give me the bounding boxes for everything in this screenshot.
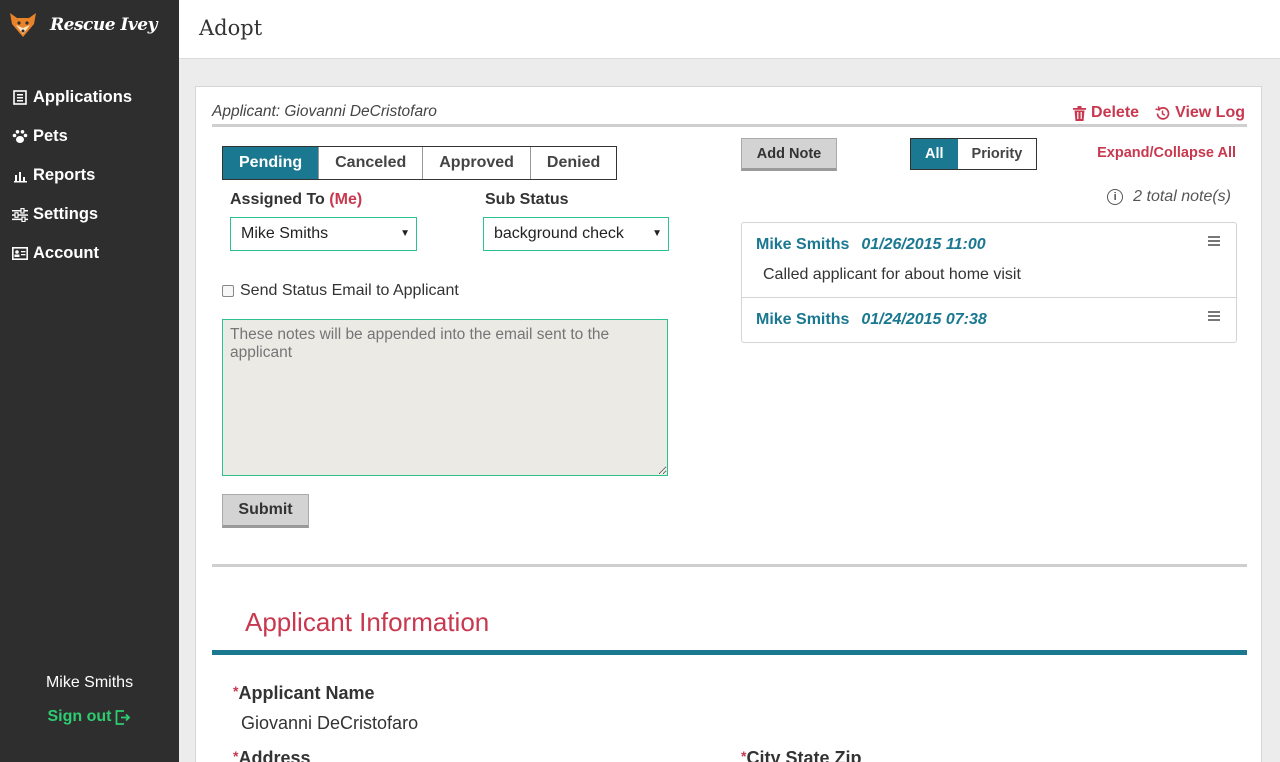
notes-list: Mike Smiths 01/26/2015 11:00 Called appli…	[741, 222, 1237, 343]
hamburger-menu-icon[interactable]	[1208, 311, 1220, 323]
hamburger-menu-icon[interactable]	[1208, 236, 1220, 248]
bar-chart-icon	[12, 168, 28, 184]
sidebar-item-label: Applications	[33, 88, 133, 106]
note-header: Mike Smiths 01/24/2015 07:38	[756, 311, 1222, 329]
sub-status-value: background check	[494, 225, 624, 242]
caret-down-icon: ▼	[400, 228, 410, 239]
applicant-information-title: Applicant Information	[245, 607, 490, 637]
delete-label: Delete	[1091, 104, 1140, 121]
send-email-label: Send Status Email to Applicant	[240, 282, 459, 299]
caret-down-icon: ▼	[652, 228, 662, 239]
sign-out-icon	[116, 709, 131, 725]
note-body: Called applicant for about home visit	[763, 266, 1021, 283]
section-title-underline	[212, 650, 1247, 655]
assigned-to-value: Mike Smiths	[241, 225, 329, 242]
expand-collapse-all-link[interactable]: Expand/Collapse All	[1097, 145, 1236, 161]
address-label: *Address	[233, 748, 310, 762]
view-log-label: View Log	[1175, 104, 1245, 121]
view-log-button[interactable]: View Log	[1155, 104, 1245, 122]
assigned-to-label: Assigned To (Me)	[230, 191, 362, 209]
trash-icon	[1073, 105, 1087, 121]
filter-priority-button[interactable]: Priority	[958, 139, 1037, 169]
assigned-to-label-text: Assigned To	[230, 191, 325, 208]
note-header: Mike Smiths 01/26/2015 11:00	[756, 236, 1222, 254]
send-email-row: Send Status Email to Applicant	[222, 282, 459, 300]
note-date: 01/24/2015 07:38	[861, 311, 987, 328]
sub-status-select[interactable]: background check ▼	[483, 217, 669, 251]
address-label-text: Address	[238, 748, 311, 762]
sidebar-item-settings[interactable]: Settings	[0, 195, 179, 234]
sign-out-label: Sign out	[47, 708, 112, 725]
status-tabs: Pending Canceled Approved Denied	[222, 146, 618, 180]
status-tab-pending[interactable]: Pending	[223, 147, 320, 179]
delete-button[interactable]: Delete	[1073, 104, 1139, 122]
add-note-button[interactable]: Add Note	[741, 138, 837, 171]
info-icon: i	[1107, 189, 1124, 205]
sign-out-link[interactable]: Sign out	[0, 708, 179, 726]
paw-icon	[12, 129, 28, 145]
applicant-line: Applicant: Giovanni DeCristofaro	[212, 103, 437, 120]
notes-count: i 2 total note(s)	[1107, 188, 1231, 206]
sidebar: Rescue Ivey Applications Pets Reports Se…	[0, 0, 179, 762]
page-title: Adopt	[199, 16, 263, 40]
applicant-name-label-text: Applicant Name	[238, 683, 375, 703]
note-filter-group: All Priority	[910, 138, 1038, 170]
note-author: Mike Smiths	[756, 236, 850, 253]
sidebar-item-pets[interactable]: Pets	[0, 117, 179, 156]
city-state-zip-label-text: City State Zip	[746, 748, 862, 762]
brand-name: Rescue Ivey	[50, 15, 157, 35]
section-divider	[212, 564, 1247, 567]
note-date: 01/26/2015 11:00	[861, 236, 986, 253]
sliders-icon	[12, 207, 28, 223]
assigned-to-select[interactable]: Mike Smiths ▼	[230, 217, 417, 251]
application-actions: Delete View Log	[1073, 104, 1245, 122]
sub-status-label: Sub Status	[485, 191, 569, 208]
sidebar-item-applications[interactable]: Applications	[0, 78, 179, 117]
sidebar-item-label: Settings	[33, 205, 99, 223]
id-card-icon	[12, 246, 28, 262]
sidebar-item-reports[interactable]: Reports	[0, 156, 179, 195]
application-panel: Applicant: Giovanni DeCristofaro Delete …	[195, 86, 1262, 762]
note-author: Mike Smiths	[756, 311, 850, 328]
sidebar-item-label: Pets	[33, 127, 68, 145]
status-tab-canceled[interactable]: Canceled	[319, 147, 424, 179]
applicant-name-label: *Applicant Name	[233, 683, 374, 704]
status-tab-approved[interactable]: Approved	[423, 147, 531, 179]
notes-count-label: 2 total note(s)	[1133, 188, 1231, 205]
history-icon	[1155, 105, 1170, 120]
fox-logo-icon	[10, 13, 36, 37]
brand[interactable]: Rescue Ivey	[0, 0, 179, 50]
status-tab-denied[interactable]: Denied	[530, 147, 617, 179]
filter-all-button[interactable]: All	[911, 139, 958, 169]
city-state-zip-label: *City State Zip	[741, 748, 861, 762]
assigned-to-me-tag: (Me)	[329, 191, 363, 208]
top-bar: Adopt	[179, 0, 1280, 59]
header-divider	[212, 124, 1247, 127]
note-item[interactable]: Mike Smiths 01/26/2015 11:00 Called appli…	[742, 223, 1236, 298]
send-email-checkbox[interactable]	[222, 285, 234, 297]
sidebar-nav: Applications Pets Reports Settings Accou…	[0, 78, 179, 273]
current-user-name: Mike Smiths	[45, 674, 134, 691]
applicant-name-value: Giovanni DeCristofaro	[241, 713, 419, 733]
note-item[interactable]: Mike Smiths 01/24/2015 07:38	[742, 298, 1236, 342]
sidebar-item-account[interactable]: Account	[0, 234, 179, 273]
submit-button[interactable]: Submit	[222, 494, 309, 528]
email-notes-textarea[interactable]	[222, 319, 668, 476]
sidebar-item-label: Account	[33, 244, 99, 262]
document-icon	[12, 90, 28, 106]
sidebar-item-label: Reports	[33, 166, 96, 184]
